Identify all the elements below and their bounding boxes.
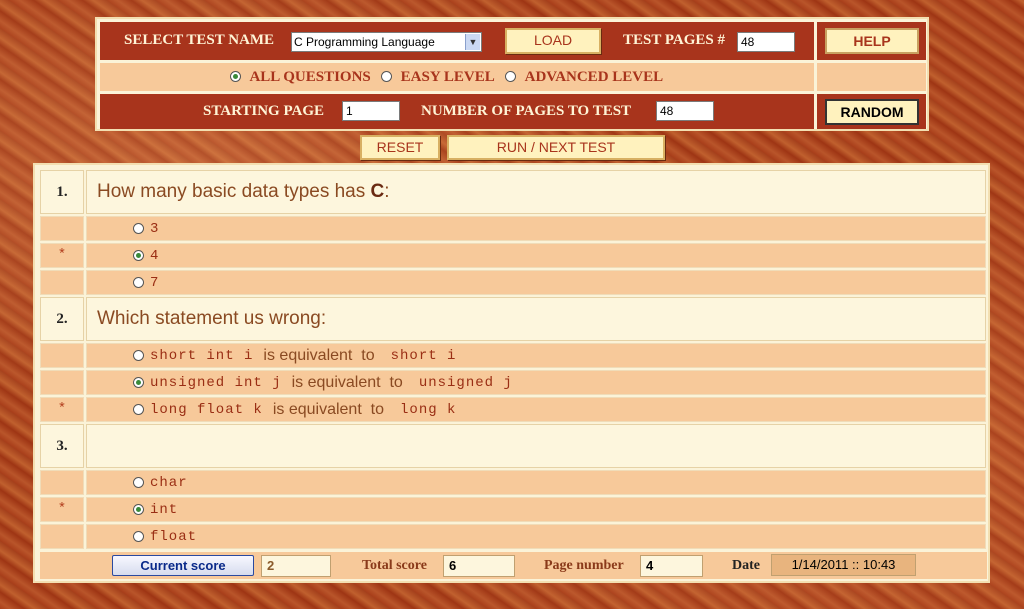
answer-text: 3 [150, 220, 160, 237]
load-button[interactable]: LOAD [505, 28, 601, 54]
question-text-bold: C [370, 181, 385, 202]
answer-option[interactable]: 7 [86, 270, 986, 295]
answer-code: unsigned j [418, 374, 513, 391]
question-text-tail: : [384, 181, 390, 202]
answer-option[interactable]: 4 [86, 243, 986, 268]
question-text: Which statement us wrong: [86, 297, 986, 341]
answer-text: is equivalent to [291, 373, 403, 391]
answer-text: is equivalent to [272, 400, 385, 418]
answer-radio[interactable] [133, 250, 144, 261]
help-button[interactable]: HELP [825, 28, 919, 54]
answer-option[interactable]: long float k is equivalent to long k [86, 397, 986, 422]
answer-mark: * [40, 497, 84, 522]
answer-code: long float k [150, 401, 263, 418]
current-score-button[interactable]: Current score [112, 555, 254, 576]
all-questions-label: ALL QUESTIONS [249, 69, 371, 85]
num-pages-field[interactable]: 48 [656, 101, 714, 121]
answer-radio[interactable] [133, 223, 144, 234]
answer-mark [40, 216, 84, 241]
total-score-value: 6 [443, 555, 515, 577]
answer-mark: * [40, 243, 84, 268]
question-text: How many basic data types has C: [86, 170, 986, 214]
answer-radio[interactable] [133, 377, 144, 388]
advanced-level-radio[interactable] [505, 71, 517, 83]
random-button[interactable]: RANDOM [825, 99, 919, 125]
starting-page-field[interactable]: 1 [342, 101, 400, 121]
easy-level-radio[interactable] [381, 71, 393, 83]
answer-code: short i [390, 347, 457, 364]
answer-text: int [150, 501, 179, 518]
answer-mark: * [40, 397, 84, 422]
question-text-plain: Which statement us wrong: [97, 308, 327, 329]
num-pages-label: NUMBER OF PAGES TO TEST [421, 103, 632, 119]
answer-code: unsigned int j [150, 374, 282, 391]
date-label: Date [732, 558, 760, 573]
answer-option[interactable]: char [86, 470, 986, 495]
test-settings-panel: SELECT TEST NAME C Programming Language … [95, 17, 929, 131]
level-row: ALL QUESTIONS EASY LEVEL ADVANCED LEVEL [100, 63, 814, 91]
random-cell: RANDOM [817, 94, 926, 129]
questions-panel: 1. How many basic data types has C: 3 * … [33, 163, 990, 583]
starting-page-label: STARTING PAGE [203, 103, 325, 119]
pages-row: STARTING PAGE 1 NUMBER OF PAGES TO TEST … [100, 94, 814, 129]
test-name-value: C Programming Language [294, 35, 435, 49]
answer-mark [40, 270, 84, 295]
score-bar: Current score 2 Total score 6 Page numbe… [40, 552, 987, 579]
answer-option[interactable]: unsigned int j is equivalent to unsigned… [86, 370, 986, 395]
test-pages-label: TEST PAGES # [623, 32, 725, 48]
answer-option[interactable]: int [86, 497, 986, 522]
total-score-label: Total score [362, 558, 427, 573]
question-number: 2. [40, 297, 84, 341]
current-score-value: 2 [261, 555, 331, 577]
help-cell: HELP [817, 22, 926, 60]
page-number-value: 4 [640, 555, 703, 577]
reset-button[interactable]: RESET [360, 135, 440, 160]
answer-text: float [150, 528, 198, 545]
answer-radio[interactable] [133, 350, 144, 361]
answer-option[interactable]: float [86, 524, 986, 549]
level-spacer [817, 63, 926, 91]
answer-mark [40, 343, 84, 368]
all-questions-radio[interactable] [230, 71, 241, 83]
answer-mark [40, 370, 84, 395]
page-number-label: Page number [544, 558, 624, 573]
answer-radio[interactable] [133, 404, 144, 415]
test-name-row: SELECT TEST NAME C Programming Language … [100, 22, 814, 60]
answer-radio[interactable] [133, 504, 144, 515]
answer-text: 4 [150, 247, 160, 264]
question-number: 3. [40, 424, 84, 468]
answer-radio[interactable] [133, 477, 144, 488]
answer-code: short int i [150, 347, 254, 364]
answer-radio[interactable] [133, 277, 144, 288]
select-test-label: SELECT TEST NAME [124, 32, 275, 48]
answer-option[interactable]: 3 [86, 216, 986, 241]
answer-option[interactable]: short int i is equivalent to short i [86, 343, 986, 368]
test-name-select[interactable]: C Programming Language ▼ [291, 32, 482, 52]
question-text-plain: How many basic data types has [97, 181, 371, 202]
answer-radio[interactable] [133, 531, 144, 542]
chevron-down-icon: ▼ [465, 34, 480, 50]
test-pages-field[interactable]: 48 [737, 32, 795, 52]
advanced-level-label: ADVANCED LEVEL [524, 69, 664, 85]
answer-mark [40, 524, 84, 549]
answer-mark [40, 470, 84, 495]
answer-text: char [150, 474, 188, 491]
question-number: 1. [40, 170, 84, 214]
run-next-test-button[interactable]: RUN / NEXT TEST [447, 135, 665, 160]
question-text [86, 424, 986, 468]
answer-code: long k [400, 401, 457, 418]
easy-level-label: EASY LEVEL [400, 69, 495, 85]
date-value: 1/14/2011 :: 10:43 [771, 554, 916, 576]
answer-text: 7 [150, 274, 160, 291]
answer-text: is equivalent to [263, 346, 375, 364]
